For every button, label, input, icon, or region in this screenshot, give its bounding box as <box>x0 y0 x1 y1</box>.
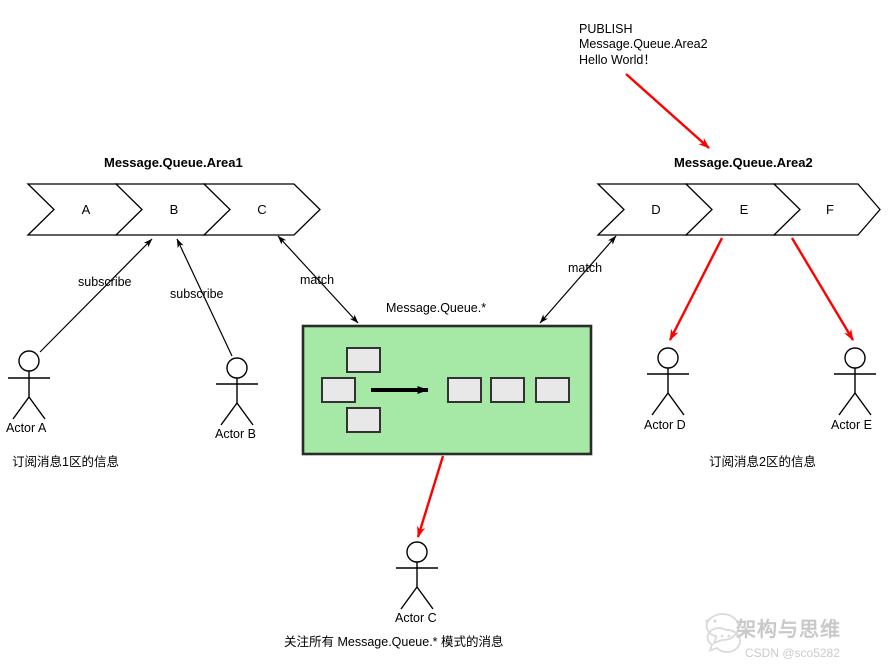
edge-queue-f-to-actor-e <box>790 237 855 341</box>
actor-d-leg-r <box>667 392 685 416</box>
actor-a[interactable] <box>8 350 50 420</box>
broker-msg-bottom <box>346 407 381 433</box>
actor-e-label: Actor E <box>831 418 872 432</box>
actor-b-head <box>226 357 248 379</box>
edge-queue-e-to-actor-d <box>668 237 724 341</box>
actor-d[interactable] <box>647 347 689 416</box>
actor-e-leg-l <box>838 392 856 416</box>
edge-label-subscribe-b: subscribe <box>170 287 224 301</box>
actor-b-leg-r <box>236 402 254 426</box>
actor-b[interactable] <box>216 357 258 426</box>
actor-e-head <box>844 347 866 369</box>
edge-publish-to-queue2 <box>625 73 710 149</box>
broker-msg-out-1 <box>447 377 482 403</box>
actor-e-leg-r <box>854 392 872 416</box>
actor-b-leg-l <box>220 402 238 426</box>
queue-cell-a-label: A <box>81 202 91 217</box>
queue-cell-e-label: E <box>739 202 749 217</box>
edge-broker-to-actor-c <box>416 455 445 538</box>
queue-right-title: Message.Queue.Area2 <box>674 155 813 170</box>
actor-e[interactable] <box>834 347 876 416</box>
edge-match-right <box>539 235 617 324</box>
actor-d-label: Actor D <box>644 418 686 432</box>
actor-c-label: Actor C <box>395 611 437 625</box>
edge-label-match-right: match <box>568 261 603 275</box>
publish-annotation: PUBLISH Message.Queue.Area2 Hello World！ <box>579 22 708 67</box>
actor-a-head <box>18 350 40 372</box>
actor-a-leg-l <box>12 396 30 420</box>
actor-d-leg-l <box>651 392 669 416</box>
actor-a-label: Actor A <box>6 421 47 435</box>
broker-label: Message.Queue.* <box>386 301 487 315</box>
broker-msg-top <box>346 347 381 373</box>
edge-label-subscribe-a: subscribe <box>78 275 132 289</box>
watermark-handle: CSDN @sco5282 <box>745 646 840 660</box>
actor-c[interactable] <box>396 541 438 610</box>
actor-c-leg-l <box>400 586 418 610</box>
broker-msg-out-2 <box>490 377 525 403</box>
broker-msg-out-3 <box>535 377 570 403</box>
caption-bottom: 关注所有 Message.Queue.* 模式的消息 <box>284 635 504 649</box>
caption-right: 订阅消息2区的信息 <box>709 455 816 469</box>
actor-a-leg-r <box>28 396 46 420</box>
queue-cell-f-label: F <box>826 202 834 217</box>
broker-box[interactable] <box>301 324 593 456</box>
edge-label-match-left: match <box>300 273 335 287</box>
watermark-name: 架构与思维 <box>736 619 841 641</box>
caption-left: 订阅消息1区的信息 <box>12 455 119 469</box>
queue-cell-c-label: C <box>257 202 267 217</box>
queue-cell-b-label: B <box>169 202 179 217</box>
edge-subscribe-a <box>39 238 153 353</box>
queue-left-title: Message.Queue.Area1 <box>104 155 243 170</box>
actor-c-head <box>406 541 428 563</box>
actor-b-label: Actor B <box>215 427 256 441</box>
actor-c-leg-r <box>416 586 434 610</box>
queue-cell-d-label: D <box>651 202 661 217</box>
broker-msg-in <box>321 377 356 403</box>
diagram-canvas <box>8 73 881 653</box>
wechat-logo-icon <box>705 613 741 653</box>
actor-d-head <box>657 347 679 369</box>
